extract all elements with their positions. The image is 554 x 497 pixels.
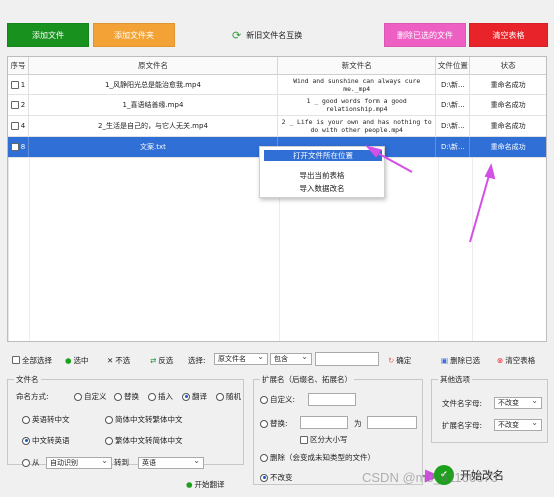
search-input[interactable]	[315, 352, 379, 366]
close-circle-icon: ⊗	[497, 355, 504, 365]
arrow-to-status	[469, 171, 491, 243]
arrow-to-status-head	[484, 163, 496, 180]
ext-replace-to-input[interactable]	[367, 416, 417, 429]
from-language-select[interactable]: 自动识别	[46, 456, 112, 469]
check-circle-icon: ●	[65, 355, 72, 365]
method-random[interactable]: 随机	[216, 391, 241, 402]
option-en-to-zh[interactable]: 英语转中文	[22, 414, 70, 425]
invert-button[interactable]: ⇄ 反选	[150, 354, 173, 366]
method-custom[interactable]: 自定义	[74, 391, 107, 402]
arrow-to-menu-head	[365, 145, 382, 158]
ext-case-label: 扩展名字母:	[442, 421, 483, 430]
ext-as-label: 为	[354, 419, 362, 428]
method-replace[interactable]: 替换	[114, 391, 139, 402]
case-sensitive-checkbox[interactable]: 区分大小写	[300, 434, 348, 445]
ext-replace-from-input[interactable]	[300, 416, 348, 429]
filename-case-select[interactable]: 不改变	[494, 396, 542, 409]
naming-method-label: 命名方式:	[16, 392, 49, 401]
option-simp-to-trad[interactable]: 简体中文转繁体中文	[105, 414, 183, 425]
start-translate-button[interactable]: ● 开始翻译	[186, 479, 225, 490]
other-options-title: 其他选项	[438, 374, 472, 385]
select-all-checkbox[interactable]: 全部选择	[12, 354, 52, 366]
option-zh-to-en[interactable]: 中文转英语	[22, 435, 70, 446]
method-insert[interactable]: 插入	[148, 391, 173, 402]
filename-panel: 文件名 命名方式: 自定义 替换 插入 翻译 随机 英语转中文 简体中文转繁体中…	[7, 374, 244, 469]
filename-panel-title: 文件名	[14, 374, 41, 385]
ext-custom-radio[interactable]: 自定义:	[260, 394, 295, 405]
x-icon: ✕	[107, 355, 114, 365]
refresh-icon: ↻	[388, 355, 395, 365]
filename-case-label: 文件名字母:	[442, 399, 483, 408]
ext-case-select[interactable]: 不改变	[494, 418, 542, 431]
extension-panel-title: 扩展名（后缀名、拓展名）	[260, 374, 354, 385]
watermark: CSDN @m0_61166673	[362, 470, 498, 485]
option-trad-to-simp[interactable]: 繁体中文转简体中文	[105, 435, 183, 446]
ext-replace-radio[interactable]: 替换:	[260, 418, 288, 429]
from-radio[interactable]: 从	[22, 457, 40, 468]
match-mode-select[interactable]: 包含	[270, 352, 312, 365]
ext-unchanged-radio[interactable]: 不改变	[260, 472, 293, 483]
clear-table-small-button[interactable]: ⊗ 清空表格	[497, 354, 535, 366]
choose-label: 选择:	[188, 355, 206, 365]
swap-icon: ⇄	[150, 355, 157, 365]
check-circle-icon: ●	[186, 480, 193, 489]
deselect-button[interactable]: ✕ 不选	[107, 354, 130, 366]
to-label: 转到	[114, 458, 129, 467]
delete-selected-button[interactable]: ▣ 删除已选	[441, 354, 480, 366]
ext-delete-radio[interactable]: 删除（会变成未知类型的文件）	[260, 452, 375, 463]
choose-field-select[interactable]: 原文件名	[214, 352, 268, 365]
ext-custom-input[interactable]	[308, 393, 356, 406]
confirm-button[interactable]: ↻ 确定	[388, 354, 411, 366]
to-language-select[interactable]: 英语	[138, 456, 204, 469]
other-options-panel: 其他选项 文件名字母: 不改变 扩展名字母: 不改变	[431, 374, 548, 443]
method-translate[interactable]: 翻译	[182, 391, 207, 402]
select-button[interactable]: ● 选中	[65, 354, 89, 366]
trash-icon: ▣	[441, 355, 449, 365]
